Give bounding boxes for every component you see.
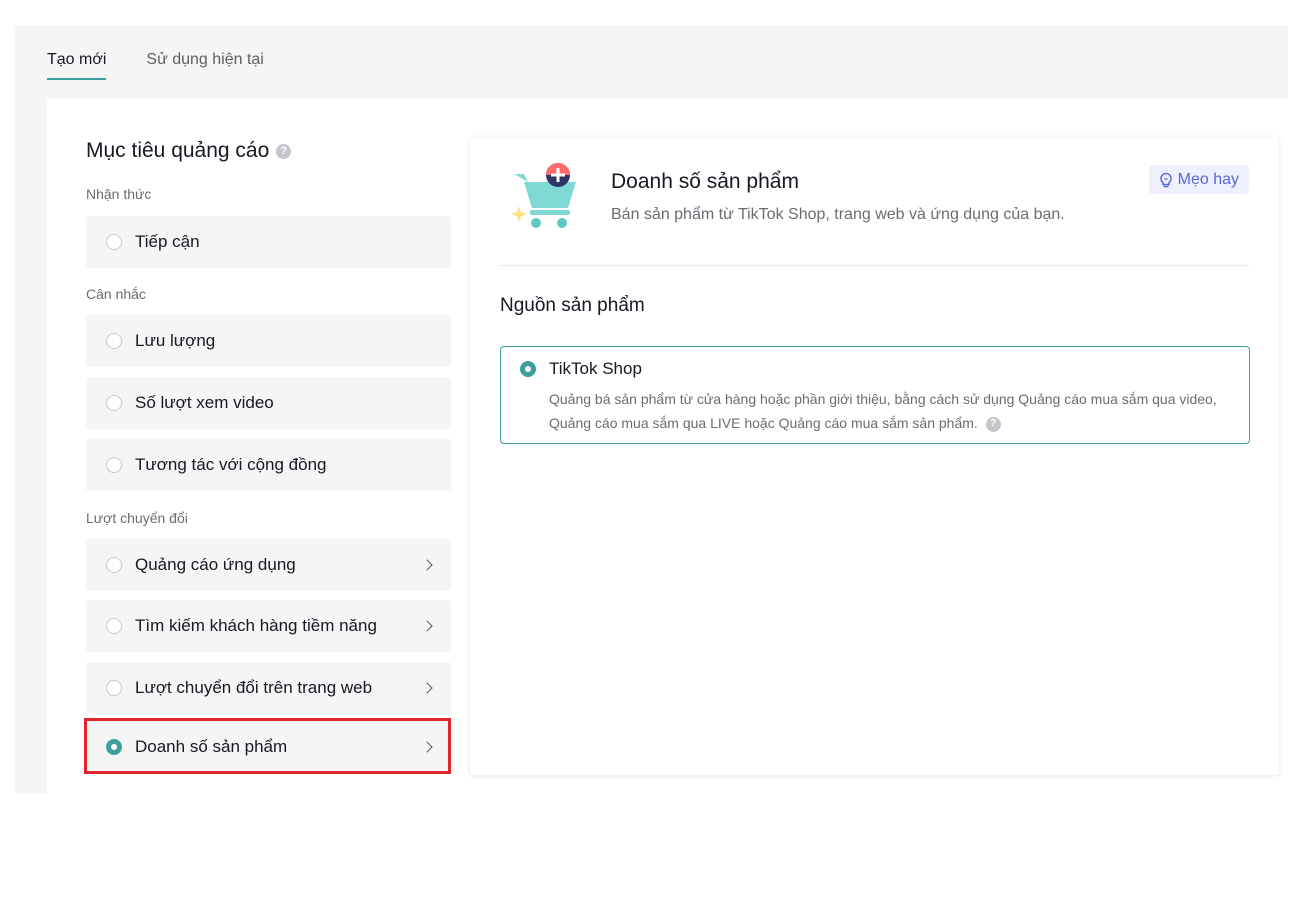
- option-label: Lượt chuyển đổi trên trang web: [135, 678, 373, 697]
- radio-icon[interactable]: [106, 234, 122, 250]
- tab-use-existing[interactable]: Sử dụng hiện tại: [146, 51, 263, 80]
- radio-icon[interactable]: [106, 395, 122, 411]
- option-lead-generation[interactable]: Tìm kiếm khách hàng tiềm năng: [86, 600, 451, 652]
- app-shell: Tạo mới Sử dụng hiện tại Mục tiêu quảng …: [15, 26, 1288, 793]
- tab-bar: Tạo mới Sử dụng hiện tại: [47, 26, 304, 80]
- lightbulb-icon: [1159, 172, 1172, 187]
- objective-title: Mục tiêu quảng cáo ?: [86, 139, 292, 163]
- option-label: Tìm kiếm khách hàng tiềm năng: [135, 616, 377, 635]
- objective-title-text: Mục tiêu quảng cáo: [86, 139, 270, 162]
- option-label: Doanh số sản phẩm: [135, 737, 288, 756]
- chevron-right-icon: [421, 741, 433, 753]
- product-source-tiktok-shop[interactable]: TikTok Shop Quảng bá sản phẩm từ cửa hàn…: [500, 346, 1250, 444]
- radio-icon[interactable]: [106, 618, 122, 634]
- radio-icon[interactable]: [106, 680, 122, 696]
- option-community-interaction[interactable]: Tương tác với cộng đồng: [86, 439, 451, 491]
- group-label-conversion: Lượt chuyển đổi: [86, 510, 188, 526]
- option-label: Tiếp cận: [135, 232, 200, 251]
- radio-checked-icon[interactable]: [520, 361, 536, 377]
- group-label-consideration: Cân nhắc: [86, 286, 146, 302]
- chevron-right-icon: [421, 559, 433, 571]
- option-label: Tương tác với cộng đồng: [135, 455, 327, 474]
- source-description: Quảng bá sản phẩm từ cửa hàng hoặc phần …: [549, 387, 1229, 435]
- option-traffic[interactable]: Lưu lượng: [86, 315, 451, 367]
- option-website-conversions[interactable]: Lượt chuyển đổi trên trang web: [86, 662, 451, 714]
- help-icon[interactable]: ?: [985, 416, 1001, 432]
- option-label: Số lượt xem video: [135, 393, 274, 412]
- tips-button[interactable]: Mẹo hay: [1148, 165, 1249, 194]
- option-label: Quảng cáo ứng dụng: [135, 555, 296, 574]
- option-app-promotion[interactable]: Quảng cáo ứng dụng: [86, 539, 451, 591]
- chevron-right-icon: [421, 620, 433, 632]
- group-label-awareness: Nhận thức: [86, 186, 152, 202]
- product-source-title: Nguồn sản phẩm: [500, 295, 645, 316]
- radio-icon[interactable]: [106, 333, 122, 349]
- radio-icon[interactable]: [106, 557, 122, 573]
- shopping-cart-icon: [511, 163, 576, 228]
- panel-title: Doanh số sản phẩm: [611, 170, 799, 193]
- option-product-sales[interactable]: Doanh số sản phẩm: [86, 721, 451, 773]
- option-reach[interactable]: Tiếp cận: [86, 216, 451, 268]
- option-video-views[interactable]: Số lượt xem video: [86, 377, 451, 429]
- help-icon[interactable]: ?: [276, 143, 292, 159]
- panel-subtitle: Bán sản phẩm từ TikTok Shop, trang web v…: [611, 206, 1065, 223]
- content-area: Mục tiêu quảng cáo ? Nhận thức Tiếp cận …: [47, 99, 1288, 793]
- divider: [500, 265, 1249, 266]
- radio-icon[interactable]: [106, 457, 122, 473]
- tab-create-new[interactable]: Tạo mới: [47, 51, 107, 80]
- objective-detail-panel: Doanh số sản phẩm Bán sản phẩm từ TikTok…: [470, 137, 1279, 775]
- radio-checked-icon[interactable]: [106, 739, 122, 755]
- tips-label: Mẹo hay: [1177, 170, 1239, 188]
- chevron-right-icon: [421, 682, 433, 694]
- source-description-text: Quảng bá sản phẩm từ cửa hàng hoặc phần …: [549, 391, 1217, 431]
- source-name: TikTok Shop: [549, 359, 642, 378]
- option-label: Lưu lượng: [135, 331, 216, 350]
